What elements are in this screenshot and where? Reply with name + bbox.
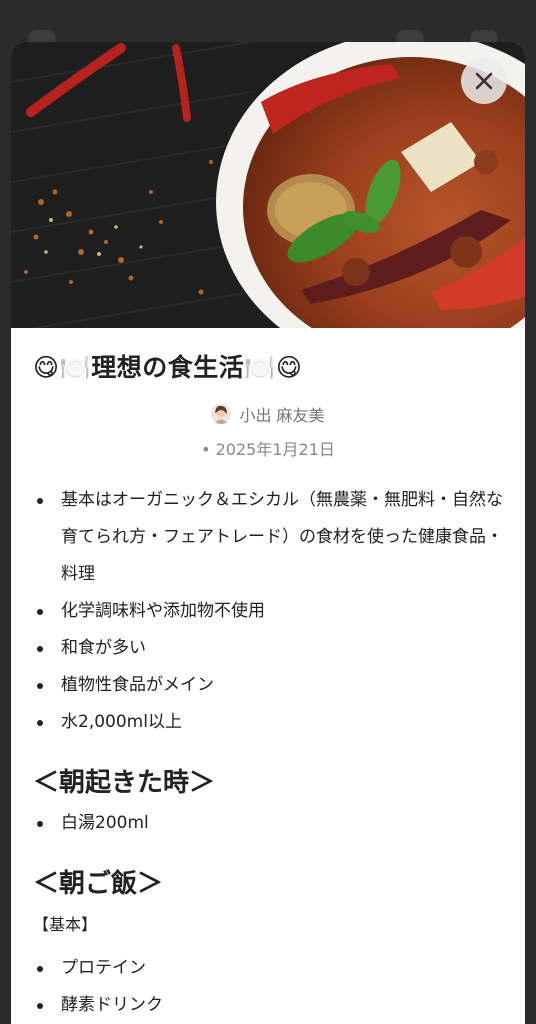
list-item: 化学調味料や添加物不使用 <box>33 593 503 630</box>
avatar <box>211 404 232 424</box>
list-item: 基本はオーガニック＆エシカル（無農薬・無肥料・自然な育てられ方・フェアトレード）… <box>33 482 503 593</box>
article-body: 😋🍽️理想の食生活🍽️😋 小出 麻友美 • 2025年1月21日 基本はオーガニ… <box>11 328 525 1024</box>
list-item: 水2,000ml以上 <box>33 704 503 741</box>
author-name[interactable]: 小出 麻友美 <box>239 402 324 426</box>
section-heading-breakfast: ＜朝ご飯＞ <box>33 869 164 899</box>
article-modal: 😋🍽️理想の食生活🍽️😋 小出 麻友美 • 2025年1月21日 基本はオーガニ… <box>11 42 525 1024</box>
intro-list: 基本はオーガニック＆エシカル（無農薬・無肥料・自然な育てられ方・フェアトレード）… <box>33 482 503 741</box>
article-title: 😋🍽️理想の食生活🍽️😋 <box>33 353 303 382</box>
close-icon <box>475 72 493 90</box>
author-row[interactable]: 小出 麻友美 <box>33 402 503 426</box>
publish-date: • 2025年1月21日 <box>201 440 335 459</box>
list-item: プロテイン <box>33 950 503 987</box>
list-item: 植物性食品がメイン <box>33 667 503 704</box>
list-item: 白湯200ml <box>33 805 503 842</box>
section-heading-wake: ＜朝起きた時＞ <box>33 768 216 798</box>
wake-list: 白湯200ml <box>33 805 503 842</box>
avatar-image <box>211 404 232 424</box>
list-item: 和食が多い <box>33 630 503 667</box>
breakfast-list: プロテイン 酵素ドリンク <box>33 950 503 1024</box>
curry-photo <box>11 42 525 328</box>
close-button[interactable] <box>461 58 507 104</box>
breakfast-sublabel: 【基本】 <box>33 915 98 934</box>
list-item: 酵素ドリンク <box>33 987 503 1024</box>
hero-image <box>11 42 525 328</box>
